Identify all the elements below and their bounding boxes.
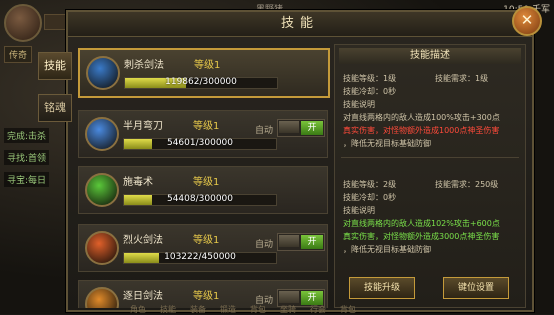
skill-exp-text: 119862/300000 [165, 77, 237, 87]
toggle-on-label: 开 [301, 235, 323, 249]
current-desc-line: 真实伤害，对怪物额外造成1000点神圣伤害 [343, 126, 500, 135]
skill-level: 等级1 [193, 291, 220, 302]
skill-icon [85, 117, 119, 151]
skill-exp-bar: 54408/300000 [123, 194, 277, 206]
auto-toggle[interactable]: 开 [277, 233, 325, 251]
next-desc-label: 技能说明 [343, 206, 375, 215]
bottom-menu-item[interactable]: 行会 [310, 304, 326, 314]
bottom-menu-item[interactable]: 背包 [340, 304, 356, 314]
auto-toggle[interactable]: 开 [277, 119, 325, 137]
skill-list: 刺杀剑法 等级1 119862/300000 半月弯刀 等级1 54601/300000 自… [78, 44, 330, 308]
skill-icon [85, 231, 119, 265]
skill-exp-text: 54408/300000 [166, 194, 234, 204]
next-cooldown: 技能冷却：0秒 [343, 193, 397, 202]
skill-icon [85, 287, 119, 308]
current-cooldown: 技能冷却：0秒 [343, 87, 397, 96]
close-button[interactable]: ✕ [512, 6, 542, 36]
skill-exp-text: 103222/450000 [164, 252, 236, 262]
toggle-knob [279, 235, 299, 247]
skill-name: 逐日剑法 [123, 291, 163, 302]
auto-label: 自动 [255, 240, 274, 250]
skill-level: 等级1 [194, 60, 221, 71]
auto-label: 自动 [255, 126, 274, 136]
skill-upgrade-button[interactable]: 技能升级 [349, 277, 415, 299]
skill-name: 施毒术 [123, 177, 153, 188]
skill-exp-bar: 119862/300000 [124, 77, 278, 89]
skill-description-panel: 技能描述 技能等级：1级 技能需求：1级 技能冷却：0秒 技能说明 对直线两格内… [334, 44, 526, 308]
window-title: 技能 [68, 12, 532, 37]
skill-row[interactable]: 施毒术 等级1 54408/300000 [78, 166, 328, 214]
next-desc-line: 对直线两格内的敌人造成102%攻击+600点 [343, 219, 500, 228]
skill-exp-text: 54601/300000 [166, 138, 234, 148]
bottom-menu: 角色 技能 装备 锻造 背包 坐骑 行会 背包 [130, 304, 430, 314]
tab-skills[interactable]: 技能 [38, 52, 72, 80]
current-requirement: 技能需求：1级 [435, 74, 489, 83]
toggle-on-label: 开 [301, 291, 323, 305]
divider [341, 157, 519, 158]
player-avatar[interactable] [4, 4, 42, 42]
skill-row[interactable]: 刺杀剑法 等级1 119862/300000 [78, 48, 330, 98]
skill-exp-bar: 54601/300000 [123, 138, 277, 150]
skill-icon [86, 56, 120, 90]
toggle-on-label: 开 [301, 121, 323, 135]
bottom-menu-item[interactable]: 锻造 [220, 304, 236, 314]
quest-line[interactable]: 寻宝:每日 [4, 172, 50, 187]
skill-name: 烈火剑法 [123, 235, 163, 246]
bottom-menu-item[interactable]: 坐骑 [280, 304, 296, 314]
bottom-menu-item[interactable]: 技能 [160, 304, 176, 314]
hud-tag: 传奇 [4, 46, 33, 63]
quest-line[interactable]: 完成:击杀 [4, 128, 50, 143]
skill-row[interactable]: 半月弯刀 等级1 54601/300000 自动 开 [78, 110, 328, 158]
skill-exp-bar: 103222/450000 [123, 252, 277, 264]
close-icon: ✕ [520, 11, 534, 29]
next-level: 技能等级：2级 [343, 180, 397, 189]
bottom-menu-item[interactable]: 背包 [250, 304, 266, 314]
current-level: 技能等级：1级 [343, 74, 397, 83]
bottom-menu-item[interactable]: 角色 [130, 304, 146, 314]
next-requirement: 技能需求：250级 [435, 180, 499, 189]
skill-level: 等级1 [193, 177, 220, 188]
skill-level: 等级1 [193, 235, 220, 246]
skill-name: 刺杀剑法 [124, 60, 164, 71]
next-desc-line: 真实伤害，对怪物额外造成3000点神圣伤害 [343, 232, 500, 241]
current-desc-line: 对直线两格内的敌人造成100%攻击+300点 [343, 113, 500, 122]
toggle-knob [279, 291, 299, 303]
skill-level: 等级1 [193, 121, 220, 132]
toggle-knob [279, 121, 299, 133]
desc-title: 技能描述 [339, 48, 521, 64]
quest-line[interactable]: 寻找:首领 [4, 150, 50, 165]
bottom-menu-item[interactable]: 装备 [190, 304, 206, 314]
keybind-settings-button[interactable]: 键位设置 [443, 277, 509, 299]
current-desc-line: ，降低无视目标基础防御 [343, 139, 431, 148]
skill-window: 技能 ✕ 技能 铭魂 刺杀剑法 等级1 119862/300000 半月弯刀 等级1 54… [38, 6, 542, 312]
current-desc-label: 技能说明 [343, 100, 375, 109]
tab-inscription[interactable]: 铭魂 [38, 94, 72, 122]
skill-name: 半月弯刀 [123, 121, 163, 132]
skill-icon [85, 173, 119, 207]
next-desc-line: ，降低无视目标基础防御 [343, 245, 431, 254]
skill-row[interactable]: 烈火剑法 等级1 103222/450000 自动 开 [78, 224, 328, 272]
